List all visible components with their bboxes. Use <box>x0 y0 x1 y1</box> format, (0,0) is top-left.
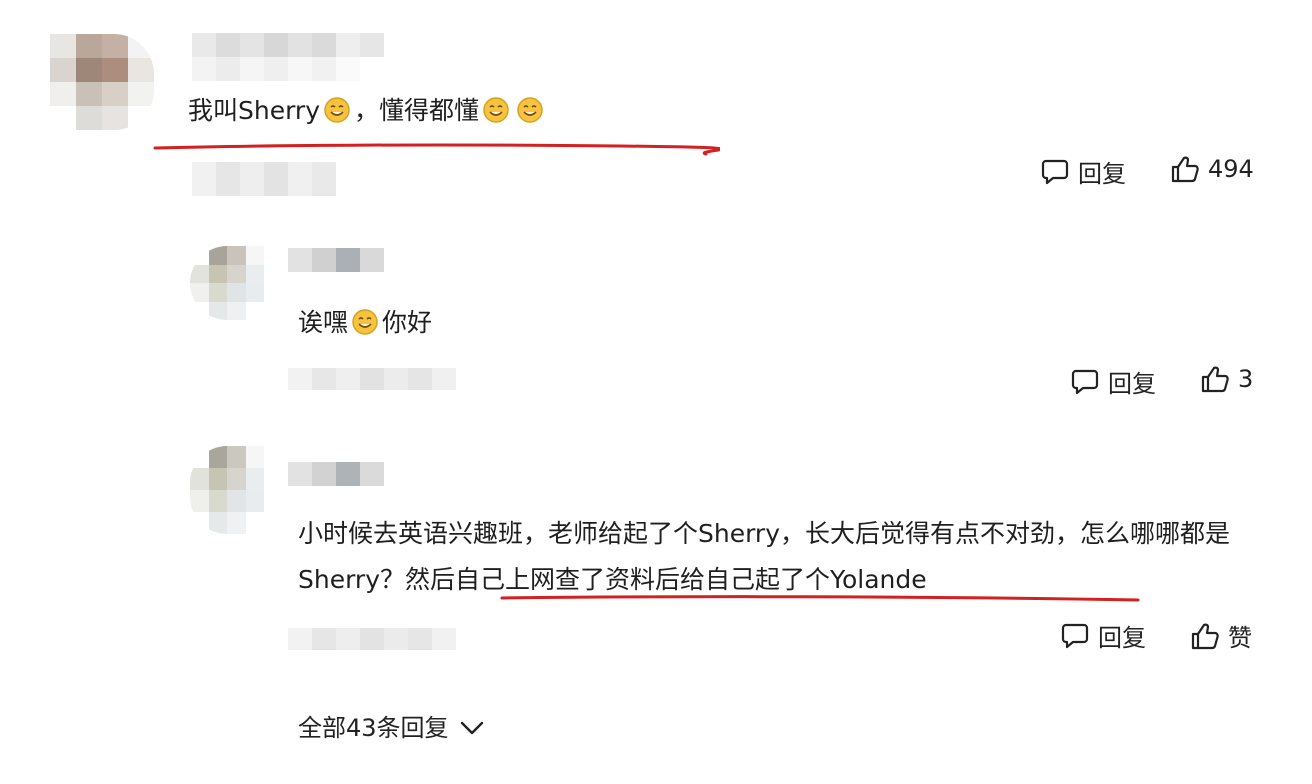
comment-text: 我叫Sherry ，懂得都懂 <box>188 88 547 134</box>
comment-text-part: 然后自己上网查了资料后给自己起了个Yolande <box>405 565 927 594</box>
timestamp-blurred <box>192 162 336 196</box>
like-button[interactable]: 3 <box>1200 364 1253 394</box>
comment-text-part: 你好 <box>382 308 433 337</box>
reply-label: 回复 <box>1078 160 1126 188</box>
like-count: 3 <box>1238 365 1254 393</box>
username-blurred[interactable] <box>288 462 384 486</box>
comment-icon <box>1061 623 1089 648</box>
comment-icon <box>1071 369 1099 394</box>
red-underline <box>153 143 720 156</box>
view-all-replies-button[interactable]: 全部43条回复 <box>298 708 485 748</box>
reply-label: 回复 <box>1098 624 1146 652</box>
grin-emoji-icon <box>517 97 543 123</box>
reply-button[interactable]: 回复 <box>1040 154 1126 189</box>
thumbs-up-icon <box>1191 623 1219 649</box>
avatar[interactable] <box>190 446 264 534</box>
like-count: 494 <box>1208 155 1254 183</box>
comment-text: 小时候去英语兴趣班，老师给起了个Sherry，长大后觉得有点不对劲，怎么哪哪都是… <box>298 511 1260 603</box>
reply-button[interactable]: 回复 <box>1060 618 1146 653</box>
comment-text-part: 诶嘿 <box>298 308 349 337</box>
username-blurred[interactable] <box>192 33 384 81</box>
comment-text-part: ，懂得都懂 <box>354 96 480 125</box>
avatar[interactable] <box>50 34 154 130</box>
timestamp-blurred <box>288 368 456 390</box>
thumbs-up-icon <box>1201 366 1229 393</box>
timestamp-blurred <box>288 628 456 650</box>
username-blurred[interactable] <box>288 248 384 272</box>
comment-text: 诶嘿 你好 <box>298 300 432 346</box>
comment-text-part: 我叫Sherry <box>188 96 321 125</box>
grin-emoji-icon <box>324 97 350 123</box>
like-button[interactable]: 赞 <box>1190 618 1252 653</box>
chevron-down-icon <box>460 721 483 735</box>
grin-emoji-icon <box>483 97 509 123</box>
grin-emoji-icon <box>352 309 378 335</box>
reply-label: 回复 <box>1108 370 1156 398</box>
like-label: 赞 <box>1228 624 1252 652</box>
like-button[interactable]: 494 <box>1170 154 1254 184</box>
reply-button[interactable]: 回复 <box>1070 364 1156 399</box>
avatar[interactable] <box>190 246 264 320</box>
view-all-replies-label: 全部43条回复 <box>298 714 449 742</box>
thumbs-up-icon <box>1171 156 1199 183</box>
comment-icon <box>1041 159 1069 184</box>
